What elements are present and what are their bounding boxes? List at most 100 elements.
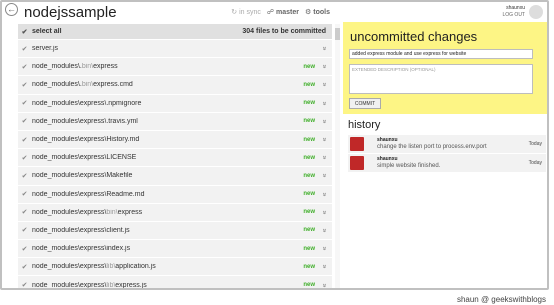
file-path: node_modules\express\LICENSE [32,154,137,162]
chevron-down-icon[interactable]: » [321,227,328,233]
commit-button[interactable]: COMMIT [349,98,381,109]
tools-label: tools [313,8,330,16]
file-path: node_modules\express\index.js [32,245,131,253]
file-row[interactable]: ✔ server.js » [18,40,332,59]
file-path: node_modules\express\lib\application.js [32,263,156,271]
checkbox-icon[interactable]: ✔ [21,100,28,107]
file-path: node_modules\.bin\express.cmd [32,81,133,89]
history-item[interactable]: shaunxu simple website finished. Today [348,154,546,172]
file-row[interactable]: ✔ node_modules\express\client.js new » [18,222,332,241]
file-status-badge: new [303,209,315,216]
history-message: simple website finished. [377,163,441,169]
history-title: history [348,119,381,131]
file-row[interactable]: ✔ node_modules\.bin\express new » [18,58,332,77]
checkbox-icon[interactable]: ✔ [21,245,28,253]
file-row[interactable]: ✔ node_modules\express\lib\express.js new » [18,276,332,289]
file-row[interactable]: ✔ node_modules\.bin\express.cmd new » [18,76,332,95]
chevron-down-icon[interactable]: » [321,155,328,161]
file-row[interactable]: ✔ node_modules\express\index.js new » [18,240,332,259]
chevron-down-icon[interactable]: » [321,46,328,52]
file-path: node_modules\.bin\express [32,63,118,71]
watermark: shaun @ geekswithblogs [456,295,546,304]
file-status-badge: new [303,81,315,88]
branch-icon: ☍ [266,9,275,16]
chevron-down-icon[interactable]: » [321,209,328,215]
file-status-badge: new [303,263,315,270]
chevron-down-icon[interactable]: » [321,246,328,252]
select-all-row[interactable]: ✔ select all 304 files to be committed [18,24,332,40]
user-bar: shaunxu LOG OUT [502,5,543,19]
logout-link[interactable]: LOG OUT [502,12,525,19]
user-avatar[interactable] [529,5,543,19]
file-path: node_modules\express\bin\express [32,208,143,216]
file-status-badge: new [303,172,315,179]
file-status-badge: new [303,191,315,198]
scrollbar-thumb[interactable] [335,28,340,40]
checkbox-icon[interactable]: ✔ [21,45,28,53]
chevron-down-icon[interactable]: » [321,137,328,143]
chevron-down-icon[interactable]: » [321,282,328,288]
file-row[interactable]: ✔ node_modules\express\Makefile new » [18,167,332,186]
checkbox-icon[interactable]: ✔ [21,227,28,234]
file-row[interactable]: ✔ node_modules\express\Readme.md new » [18,186,332,204]
file-status-badge: new [303,100,315,107]
checkbox-icon[interactable]: ✔ [21,191,28,198]
file-status-badge: new [303,282,315,289]
back-arrow-icon[interactable]: ← [5,3,18,16]
chevron-down-icon[interactable]: » [321,173,328,179]
commit-summary-input[interactable] [349,49,533,59]
sync-status[interactable]: ↻ in sync [231,8,261,17]
history-message: change the listen port to process.env.po… [377,144,487,150]
chevron-down-icon[interactable]: » [321,191,328,197]
commit-description-input[interactable]: EXTENDED DESCRIPTION (OPTIONAL) [349,64,533,94]
sync-label: in sync [239,8,261,16]
checkbox-icon[interactable]: ✔ [21,172,28,180]
checkbox-icon[interactable]: ✔ [21,154,28,162]
app-window: ← nodejssample ↻ in sync ☍ master ⚙ tool… [0,0,549,290]
file-row[interactable]: ✔ node_modules\express\.npmignore new » [18,95,332,113]
chevron-down-icon[interactable]: » [321,118,328,124]
history-date: Today [528,141,542,147]
checkbox-icon[interactable]: ✔ [21,209,28,216]
file-status-badge: new [303,245,315,252]
commit-title: uncommitted changes [350,29,478,44]
chevron-down-icon[interactable]: » [321,82,328,88]
file-path: node_modules\express\.travis.yml [32,117,138,125]
branch-button[interactable]: ☍ master [266,8,299,17]
file-row[interactable]: ✔ node_modules\express\.travis.yml new » [18,113,332,131]
history-item[interactable]: shaunxu change the listen port to proces… [348,135,546,153]
chevron-down-icon[interactable]: » [321,100,328,106]
history-author: shaunxu [377,156,398,162]
files-count: 304 files to be committed [242,28,326,35]
file-path: server.js [32,45,59,53]
branch-label: master [276,8,299,16]
checkbox-icon[interactable]: ✔ [21,118,28,125]
checkbox-icon[interactable]: ✔ [21,263,28,271]
checkbox-icon[interactable]: ✔ [21,63,28,71]
file-status-badge: new [303,227,315,234]
file-path: node_modules\express\Readme.md [32,190,145,198]
chevron-down-icon[interactable]: » [321,64,328,70]
scrollbar-track[interactable] [335,24,340,288]
file-path: node_modules\express\.npmignore [32,99,142,107]
user-name: shaunxu [506,5,525,11]
file-row[interactable]: ✔ node_modules\express\LICENSE new » [18,149,332,168]
toolbar: ↻ in sync ☍ master ⚙ tools [231,8,330,17]
file-rows: ✔ server.js» ✔ node_modules\.bin\express new… [18,40,332,289]
user-info: shaunxu LOG OUT [502,5,525,19]
checkbox-icon[interactable]: ✔ [21,282,28,288]
file-row[interactable]: ✔ node_modules\express\lib\application.js… [18,258,332,277]
author-avatar [350,137,364,151]
file-path: node_modules\express\client.js [32,226,130,234]
tools-button[interactable]: ⚙ tools [305,8,330,17]
chevron-down-icon[interactable]: » [321,264,328,270]
repo-name: nodejssample [24,4,117,21]
checkbox-icon[interactable]: ✔ [21,136,28,144]
select-all-checkbox-icon[interactable]: ✔ [21,28,28,36]
file-status-badge: new [303,63,315,70]
file-row[interactable]: ✔ node_modules\express\History.md new » [18,131,332,150]
checkbox-icon[interactable]: ✔ [21,81,28,89]
commit-panel: uncommitted changes EXTENDED DESCRIPTION… [343,22,547,114]
file-row[interactable]: ✔ node_modules\express\bin\express new » [18,204,332,222]
file-status-badge: new [303,118,315,125]
